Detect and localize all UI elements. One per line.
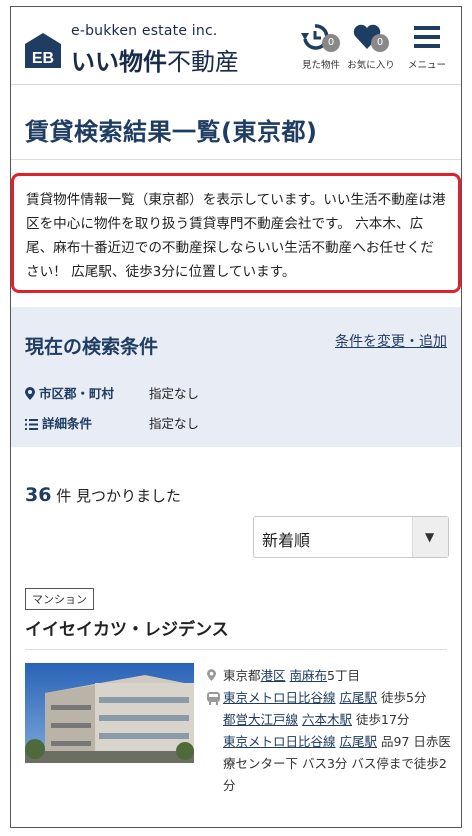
- brand-name-ja[interactable]: いい物件不動産: [71, 42, 239, 77]
- list-icon: [25, 419, 38, 430]
- search-conditions-title: 現在の検索条件: [25, 336, 159, 358]
- search-conditions-panel: 現在の検索条件 条件を変更・追加 市区郡・町村 指定なし 詳細条件 指定なし: [11, 307, 461, 447]
- sort-selected-value: 新着順: [262, 531, 311, 550]
- sort-select[interactable]: 新着順 ▼: [253, 516, 449, 558]
- condition-label-area: 市区郡・町村: [39, 386, 115, 401]
- property-type-tag: マンション: [25, 588, 94, 610]
- condition-row-area: 市区郡・町村 指定なし: [25, 383, 199, 402]
- address-town-link[interactable]: 南麻布: [290, 668, 328, 683]
- access-station-link[interactable]: 六本木駅: [302, 712, 352, 727]
- pin-icon: [25, 387, 35, 400]
- page-frame: EB e-bukken estate inc. いい物件不動産 0 見た物件 0: [10, 6, 462, 828]
- result-count-suffix: 件 見つかりました: [56, 487, 182, 505]
- address-prefix: 東京都: [223, 668, 261, 683]
- logo-text: EB: [32, 50, 54, 67]
- favorites-count-badge: 0: [371, 34, 389, 52]
- result-count: 36 件 見つかりました: [25, 484, 181, 506]
- access-item: 東京メトロ日比谷線 広尾駅 品97 日赤医療センター下 バス3分 バス停まで徒歩…: [223, 731, 455, 797]
- train-icon: [207, 692, 220, 705]
- divider: [25, 649, 447, 650]
- property-info: 東京都港区 南麻布5丁目 東京メトロ日比谷線 広尾駅 徒歩5分 都営大江戸線 六…: [207, 665, 455, 797]
- access-station-link[interactable]: 広尾駅: [340, 690, 378, 705]
- site-header: EB e-bukken estate inc. いい物件不動産 0 見た物件 0: [11, 7, 461, 85]
- brand-name-en[interactable]: e-bukken estate inc.: [71, 23, 218, 39]
- condition-value-detail: 指定なし: [149, 416, 200, 431]
- favorites-button[interactable]: 0 お気に入り: [347, 23, 395, 71]
- logo-icon[interactable]: EB: [23, 30, 63, 70]
- access-line-link[interactable]: 東京メトロ日比谷線: [223, 690, 336, 705]
- access-detail: 徒歩5分: [381, 690, 427, 705]
- address-ward-link[interactable]: 港区: [261, 668, 286, 683]
- condition-value-area: 指定なし: [149, 386, 200, 401]
- menu-label: メニュー: [407, 60, 446, 71]
- access-item: 東京メトロ日比谷線 広尾駅 徒歩5分: [223, 687, 455, 709]
- change-conditions-link[interactable]: 条件を変更・追加: [335, 331, 447, 351]
- viewed-properties-button[interactable]: 0 見た物件: [297, 23, 345, 71]
- result-count-number: 36: [25, 484, 52, 506]
- access-station-link[interactable]: 広尾駅: [340, 734, 378, 749]
- viewed-label: 見た物件: [301, 60, 340, 71]
- condition-row-detail: 詳細条件 指定なし: [25, 413, 199, 432]
- access-detail: 徒歩17分: [356, 712, 410, 727]
- divider: [11, 159, 461, 160]
- menu-icon: [414, 26, 440, 48]
- pin-icon: [207, 669, 216, 681]
- property-name[interactable]: イイセイカツ・レジデンス: [25, 615, 229, 640]
- menu-button[interactable]: メニュー: [403, 23, 451, 71]
- access-item: 都営大江戸線 六本木駅 徒歩17分: [223, 709, 455, 731]
- address-row: 東京都港区 南麻布5丁目: [207, 665, 455, 687]
- page-title: 賃貸検索結果一覧(東京都): [25, 118, 318, 146]
- viewed-count-badge: 0: [322, 34, 340, 52]
- access-line-link[interactable]: 東京メトロ日比谷線: [223, 734, 336, 749]
- favorites-label: お気に入り: [347, 60, 395, 71]
- access-list: 東京メトロ日比谷線 広尾駅 徒歩5分 都営大江戸線 六本木駅 徒歩17分 東京メ…: [207, 687, 455, 797]
- intro-text: 賃貸物件情報一覧（東京都）を表示しています。いい生活不動産は港区を中心に物件を取…: [11, 173, 461, 293]
- condition-label-detail: 詳細条件: [42, 416, 93, 431]
- chevron-down-icon: ▼: [425, 530, 435, 544]
- sort-dropdown-button[interactable]: ▼: [412, 517, 448, 557]
- address-rest: 5丁目: [327, 668, 360, 683]
- access-line-link[interactable]: 都営大江戸線: [223, 712, 298, 727]
- property-photo[interactable]: [25, 663, 194, 763]
